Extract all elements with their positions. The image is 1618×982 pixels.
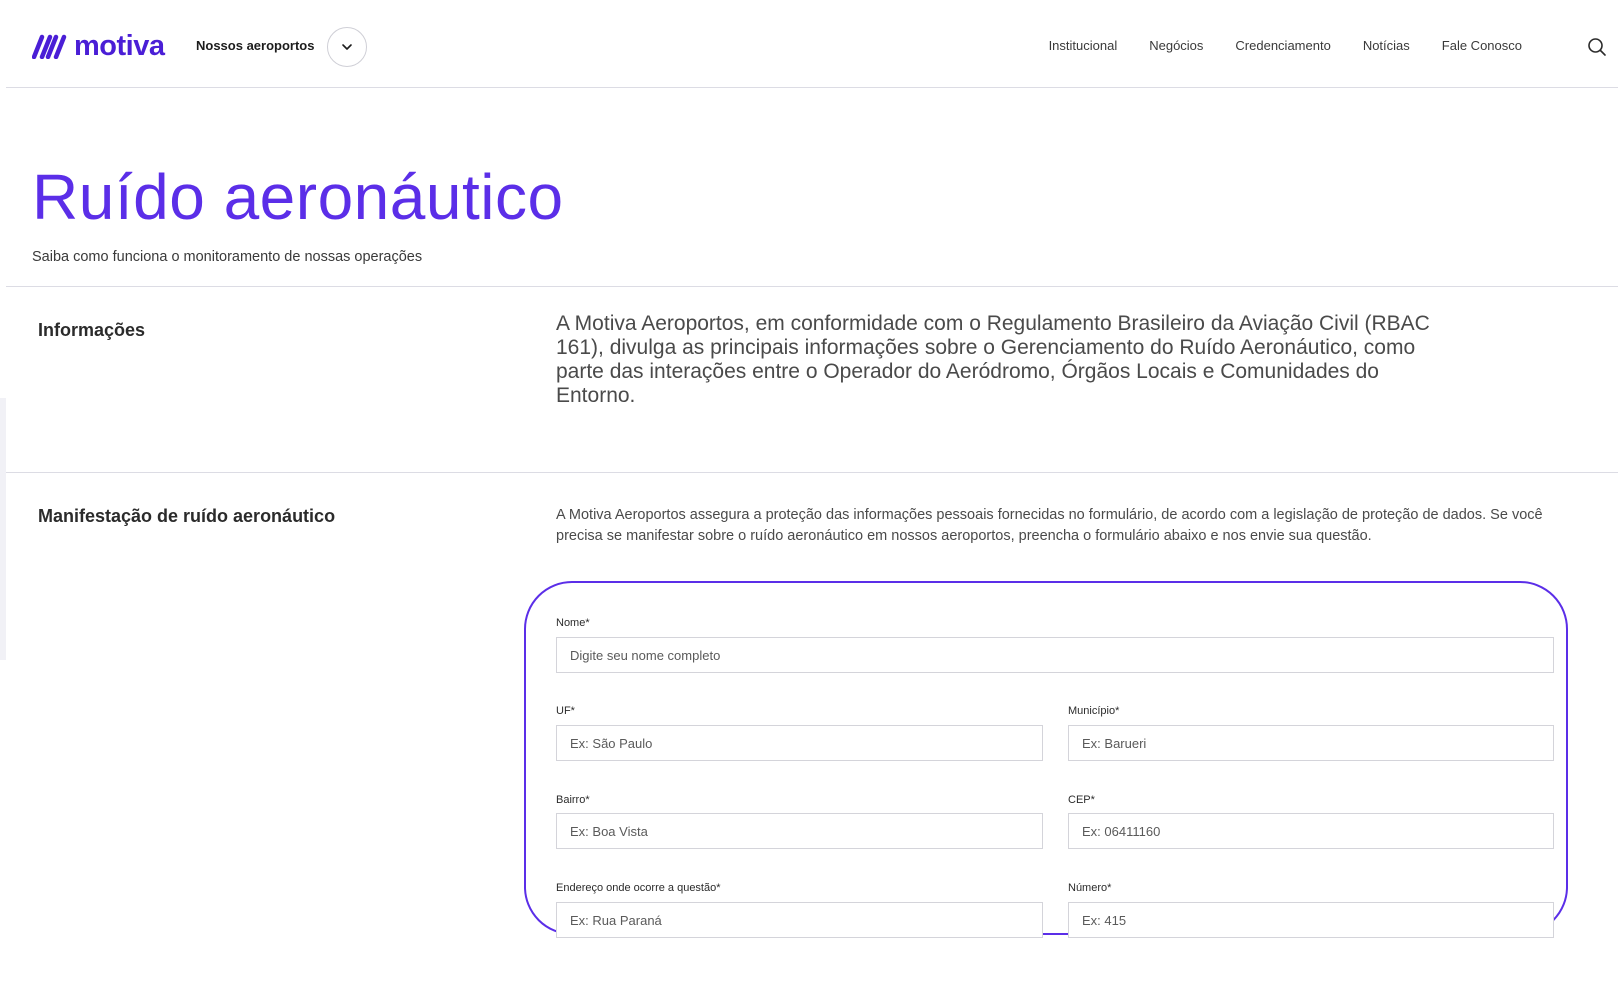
nav-item-fale-conosco[interactable]: Fale Conosco: [1442, 38, 1522, 53]
endereco-input[interactable]: [556, 902, 1043, 938]
municipio-input[interactable]: [1068, 725, 1554, 761]
airports-dropdown-button[interactable]: [327, 27, 367, 67]
endereco-label: Endereço onde ocorre a questão*: [556, 882, 721, 894]
municipio-label: Município*: [1068, 705, 1120, 717]
site-header: motiva Nossos aeroportos Institucional N…: [6, 0, 1618, 88]
nav-item-noticias[interactable]: Notícias: [1363, 38, 1410, 53]
uf-input[interactable]: [556, 725, 1043, 761]
search-icon[interactable]: [1586, 36, 1608, 58]
nome-label: Nome*: [556, 617, 590, 629]
logo-text: motiva: [74, 29, 165, 62]
info-section-label: Informações: [38, 320, 146, 340]
motiva-logo[interactable]: motiva: [32, 28, 165, 64]
bairro-label: Bairro*: [556, 794, 590, 806]
page-subtitle: Saiba como funciona o monitoramento de n…: [32, 249, 423, 265]
chevron-down-icon: [342, 44, 352, 50]
nav-item-negocios[interactable]: Negócios: [1149, 38, 1203, 53]
section-divider: [6, 472, 1618, 473]
manifestation-section-text: A Motiva Aeroportos assegura a proteção …: [556, 507, 1543, 544]
airports-menu-label[interactable]: Nossos aeroportos: [196, 38, 314, 53]
cep-input[interactable]: [1068, 813, 1554, 849]
numero-label: Número*: [1068, 882, 1112, 894]
numero-input[interactable]: [1068, 902, 1554, 938]
motiva-logo-mark-icon: [32, 34, 67, 59]
bairro-input[interactable]: [556, 813, 1043, 849]
section-divider: [6, 286, 1618, 287]
left-edge-panel: [0, 398, 6, 660]
nome-input[interactable]: [556, 637, 1554, 673]
manifestation-section-label: Manifestação de ruído aeronáutico: [38, 506, 336, 526]
nav-item-institucional[interactable]: Institucional: [1049, 38, 1118, 53]
main-nav: Institucional Negócios Credenciamento No…: [1049, 38, 1522, 53]
uf-label: UF*: [556, 705, 575, 717]
cep-label: CEP*: [1068, 794, 1095, 806]
page-title: Ruído aeronáutico: [32, 161, 564, 233]
nav-item-credenciamento[interactable]: Credenciamento: [1235, 38, 1330, 53]
info-section-text: A Motiva Aeroportos, em conformidade com…: [556, 312, 1430, 407]
